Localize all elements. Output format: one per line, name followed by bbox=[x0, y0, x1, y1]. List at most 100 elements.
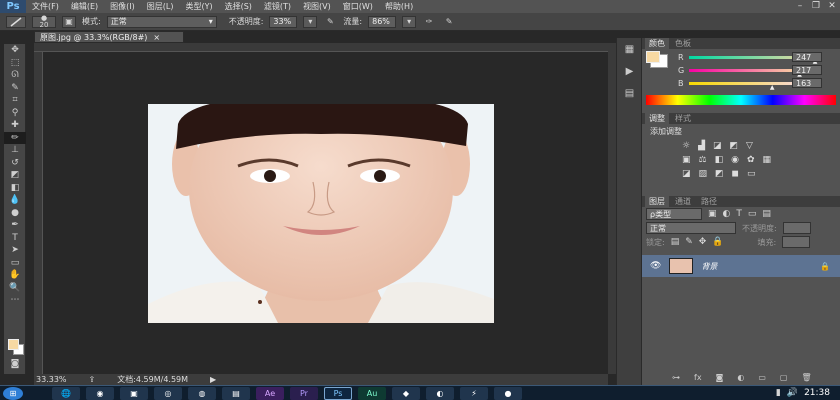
opacity-dropdown-icon[interactable]: ▾ bbox=[303, 15, 318, 28]
blue-value[interactable]: 163 bbox=[792, 78, 822, 88]
layer-filter-select[interactable]: ρ类型 bbox=[646, 208, 702, 220]
menu-view[interactable]: 视图(V) bbox=[297, 1, 337, 12]
foreground-color-swatch[interactable] bbox=[8, 339, 19, 350]
color-spectrum-bar[interactable] bbox=[646, 95, 836, 105]
taskbar-app-3-icon[interactable]: ▣ bbox=[120, 386, 148, 400]
move-tool-icon[interactable]: ✥ bbox=[4, 44, 26, 57]
tab-styles[interactable]: 样式 bbox=[671, 113, 695, 124]
flow-dropdown-icon[interactable]: ▾ bbox=[402, 15, 417, 28]
maximize-button[interactable]: ❐ bbox=[808, 0, 824, 12]
tab-adjustments[interactable]: 调整 bbox=[645, 113, 669, 124]
close-button[interactable]: ✕ bbox=[824, 0, 840, 12]
blue-slider[interactable]: B ▲ 163 bbox=[642, 77, 840, 91]
exposure-icon[interactable]: ◩ bbox=[730, 141, 739, 151]
tab-layers[interactable]: 图层 bbox=[645, 196, 669, 207]
healing-brush-tool-icon[interactable]: ✚ bbox=[4, 119, 26, 132]
brightness-icon[interactable]: ☼ bbox=[682, 141, 690, 151]
menu-filter[interactable]: 滤镜(T) bbox=[258, 1, 297, 12]
new-fill-layer-icon[interactable]: ◐ bbox=[737, 373, 744, 382]
menu-window[interactable]: 窗口(W) bbox=[337, 1, 379, 12]
tray-volume-icon[interactable]: 🔊 bbox=[787, 388, 798, 398]
filter-smart-icon[interactable]: ▤ bbox=[762, 209, 771, 219]
taskbar-app-1-icon[interactable]: 🌐 bbox=[52, 386, 80, 400]
marquee-tool-icon[interactable]: ⬚ bbox=[4, 57, 26, 70]
green-value[interactable]: 217 bbox=[792, 65, 822, 75]
green-slider[interactable]: G ▲ 217 bbox=[642, 64, 840, 78]
taskbar-ps-icon[interactable]: Ps bbox=[324, 386, 352, 400]
pressure-size-icon[interactable]: ✎ bbox=[442, 16, 456, 28]
menu-layer[interactable]: 图层(L) bbox=[141, 1, 180, 12]
blend-mode-select[interactable]: 正常 bbox=[646, 222, 736, 234]
close-tab-icon[interactable]: × bbox=[153, 33, 160, 42]
photo-filter-icon[interactable]: ◉ bbox=[731, 155, 739, 165]
crop-tool-icon[interactable]: ⌗ bbox=[4, 94, 26, 107]
tab-swatches[interactable]: 色板 bbox=[671, 38, 695, 49]
flow-field[interactable]: 86% bbox=[368, 15, 397, 28]
pen-tool-icon[interactable]: ✒ bbox=[4, 219, 26, 232]
threshold-icon[interactable]: ◩ bbox=[715, 169, 724, 179]
blur-tool-icon[interactable]: 💧 bbox=[4, 194, 26, 207]
layer-row-background[interactable]: 👁 背景 🔒 bbox=[642, 255, 840, 277]
new-group-icon[interactable]: ▭ bbox=[758, 373, 766, 382]
taskbar-pr-icon[interactable]: Pr bbox=[290, 386, 318, 400]
airbrush-icon[interactable]: ✑ bbox=[422, 16, 436, 28]
start-button[interactable]: ⊞ bbox=[3, 386, 23, 400]
curves-icon[interactable]: ◪ bbox=[713, 141, 722, 151]
document-tab[interactable]: 原图.jpg @ 33.3%(RGB/8#) × bbox=[34, 31, 184, 43]
layer-style-icon[interactable]: fx bbox=[694, 373, 702, 382]
brush-panel-toggle-icon[interactable]: ▣ bbox=[62, 15, 76, 28]
color-lookup-icon[interactable]: ▦ bbox=[763, 155, 772, 165]
vertical-scrollbar[interactable] bbox=[608, 43, 616, 374]
type-tool-icon[interactable]: T bbox=[4, 232, 26, 245]
color-balance-icon[interactable]: ⚖ bbox=[699, 155, 707, 165]
clone-stamp-tool-icon[interactable]: ⊥ bbox=[4, 144, 26, 157]
menu-file[interactable]: 文件(F) bbox=[26, 1, 65, 12]
filter-pixel-icon[interactable]: ▣ bbox=[708, 209, 717, 219]
menu-help[interactable]: 帮助(H) bbox=[379, 1, 419, 12]
hue-saturation-icon[interactable]: ▣ bbox=[682, 155, 691, 165]
opacity-field[interactable]: 33% bbox=[269, 15, 298, 28]
filter-type-icon[interactable]: T bbox=[736, 209, 742, 219]
menu-select[interactable]: 选择(S) bbox=[219, 1, 258, 12]
status-menu-arrow-icon[interactable]: ▶ bbox=[210, 375, 216, 384]
quick-mask-icon[interactable]: ◙ bbox=[4, 358, 26, 371]
vibrance-icon[interactable]: ▽ bbox=[746, 141, 753, 151]
minimize-button[interactable]: – bbox=[792, 0, 808, 12]
brush-size-picker[interactable]: ● 20 bbox=[32, 14, 56, 28]
zoom-tool-icon[interactable]: 🔍 bbox=[4, 282, 26, 295]
channel-mixer-icon[interactable]: ✿ bbox=[747, 155, 755, 165]
link-layers-icon[interactable]: ⊶ bbox=[672, 373, 680, 382]
taskbar-app-9-icon[interactable]: ⚡ bbox=[460, 386, 488, 400]
pressure-opacity-icon[interactable]: ✎ bbox=[323, 16, 337, 28]
menu-image[interactable]: 图像(I) bbox=[104, 1, 141, 12]
layer-visibility-eye-icon[interactable]: 👁 bbox=[650, 261, 661, 271]
eraser-tool-icon[interactable]: ◩ bbox=[4, 169, 26, 182]
taskbar-app-7-icon[interactable]: ◆ bbox=[392, 386, 420, 400]
taskbar-app-5-icon[interactable]: ◍ bbox=[188, 386, 216, 400]
quick-select-tool-icon[interactable]: ✎ bbox=[4, 82, 26, 95]
brush-tool-preset-icon[interactable] bbox=[6, 15, 26, 28]
hand-tool-icon[interactable]: ✋ bbox=[4, 269, 26, 282]
black-white-icon[interactable]: ◧ bbox=[715, 155, 724, 165]
new-layer-icon[interactable]: ▢ bbox=[780, 373, 788, 382]
history-panel-icon[interactable]: ▦ bbox=[617, 38, 642, 60]
fill-field[interactable] bbox=[782, 236, 811, 248]
tab-channels[interactable]: 通道 bbox=[671, 196, 695, 207]
tray-network-icon[interactable]: ▮ bbox=[776, 388, 781, 398]
lock-pixels-icon[interactable]: ▤ bbox=[671, 237, 680, 247]
dodge-tool-icon[interactable]: ● bbox=[4, 207, 26, 220]
menu-edit[interactable]: 编辑(E) bbox=[65, 1, 104, 12]
share-icon[interactable]: ⇪ bbox=[89, 375, 96, 384]
gradient-map-icon[interactable]: ▭ bbox=[747, 169, 756, 179]
taskbar-ae-icon[interactable]: Ae bbox=[256, 386, 284, 400]
properties-panel-icon[interactable]: ▤ bbox=[617, 82, 642, 104]
taskbar-app-6-icon[interactable]: ▤ bbox=[222, 386, 250, 400]
invert-icon[interactable]: ◪ bbox=[682, 169, 691, 179]
taskbar-app-10-icon[interactable]: ● bbox=[494, 386, 522, 400]
layer-opacity-field[interactable] bbox=[782, 222, 811, 234]
red-value[interactable]: 247 bbox=[792, 52, 822, 62]
lasso-tool-icon[interactable]: ᘏ bbox=[4, 69, 26, 82]
layer-name[interactable]: 背景 bbox=[701, 261, 717, 272]
history-brush-tool-icon[interactable]: ↺ bbox=[4, 157, 26, 170]
taskbar-app-8-icon[interactable]: ◐ bbox=[426, 386, 454, 400]
